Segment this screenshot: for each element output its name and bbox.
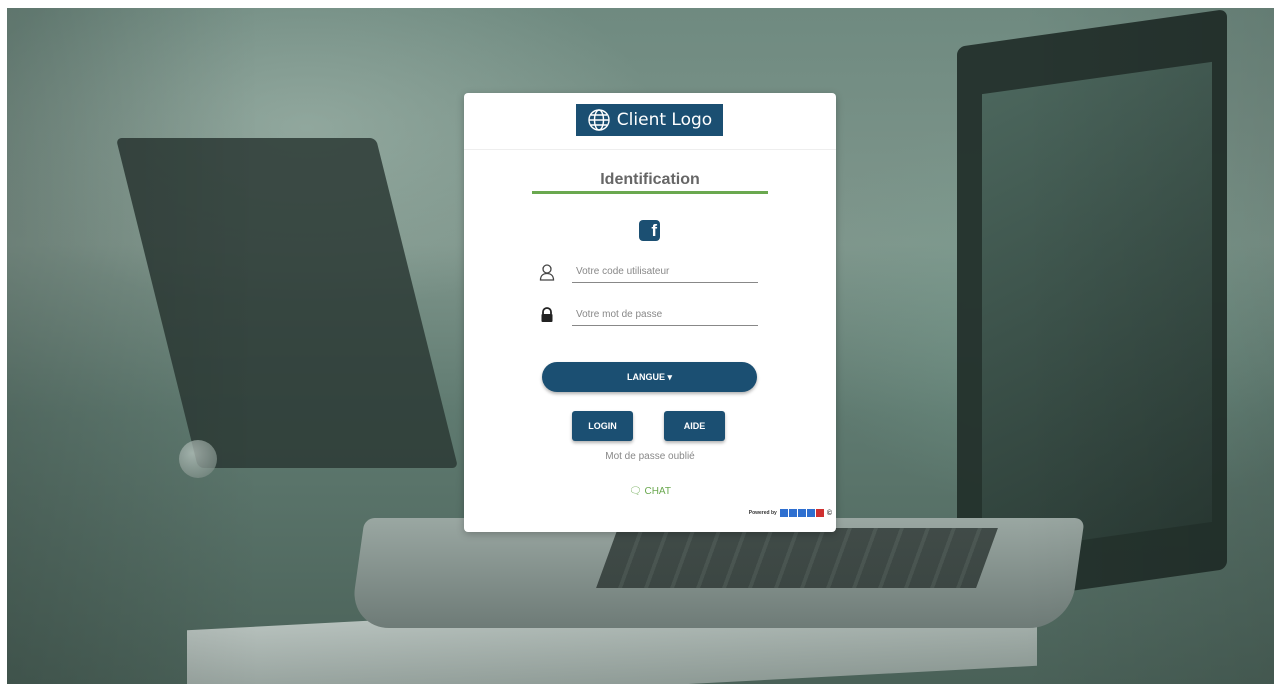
login-card: Client Logo Identification f LANGUE ▾ LO… — [464, 93, 836, 532]
powered-by-label: Powered by — [748, 510, 777, 516]
password-field — [538, 304, 758, 328]
client-logo-text: Client Logo — [616, 110, 713, 130]
logo-header: Client Logo — [464, 93, 836, 150]
facebook-icon[interactable]: f — [639, 220, 660, 241]
chat-link[interactable]: 🗨 CHAT — [464, 486, 836, 497]
username-input[interactable] — [572, 261, 758, 283]
copyright-symbol: © — [826, 509, 832, 517]
forgot-password-link[interactable]: Mot de passe oublié — [464, 451, 836, 462]
page-title: Identification — [600, 171, 700, 188]
login-button[interactable]: LOGIN — [572, 411, 633, 441]
user-icon — [539, 264, 555, 281]
vendor-logo — [779, 509, 824, 517]
client-logo: Client Logo — [576, 104, 723, 136]
title-underline — [532, 191, 768, 194]
language-dropdown-button[interactable]: LANGUE ▾ — [542, 362, 757, 392]
lock-icon — [541, 307, 553, 322]
globe-icon — [588, 109, 610, 131]
help-button[interactable]: AIDE — [664, 411, 725, 441]
username-field — [538, 261, 758, 285]
powered-by: Powered by © — [749, 509, 832, 517]
password-input[interactable] — [572, 304, 758, 326]
